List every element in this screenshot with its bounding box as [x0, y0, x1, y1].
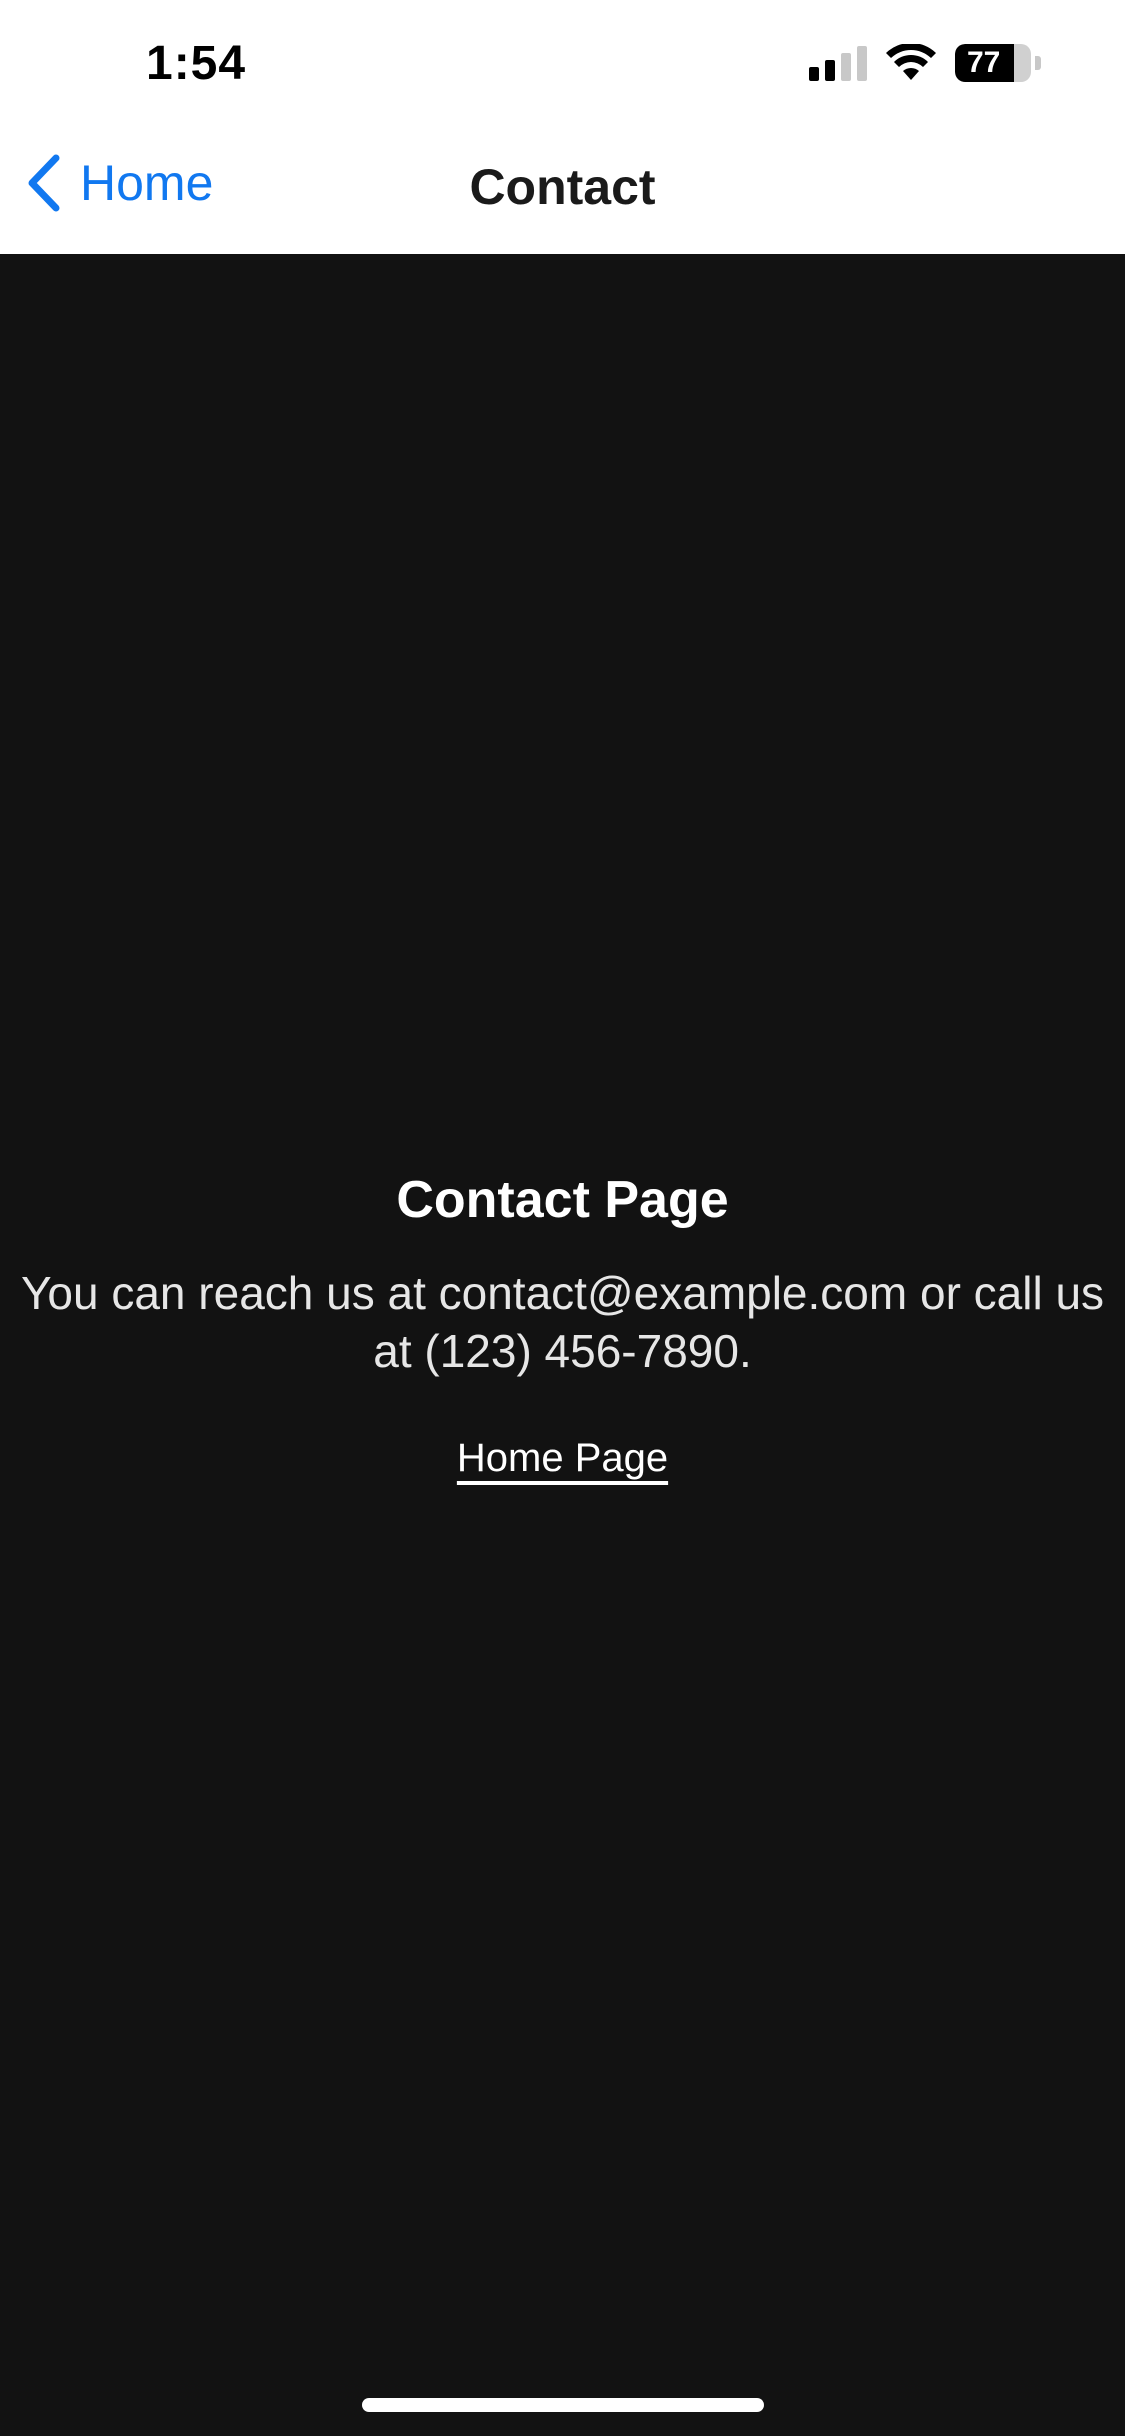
page-heading: Contact Page [396, 1171, 729, 1229]
nav-title: Contact [469, 159, 656, 215]
status-time: 1:54 [146, 37, 247, 90]
home-indicator[interactable] [362, 2398, 764, 2412]
battery-icon: 77 [955, 44, 1031, 82]
contact-content: Contact Page You can reach us at contact… [0, 1170, 1125, 1481]
cellular-signal-icon [809, 45, 867, 81]
app-screen: 1:54 77 Home Contact Contact Page You ca… [0, 0, 1125, 2436]
battery-level: 77 [967, 46, 1001, 79]
battery-tip [1035, 56, 1041, 70]
wifi-icon [886, 44, 936, 80]
home-page-link[interactable]: Home Page [457, 1436, 668, 1481]
status-icons: 77 [809, 44, 1041, 82]
contact-info-text: You can reach us at contact@example.com … [20, 1267, 1105, 1377]
top-header: 1:54 77 Home Contact [0, 0, 1125, 254]
